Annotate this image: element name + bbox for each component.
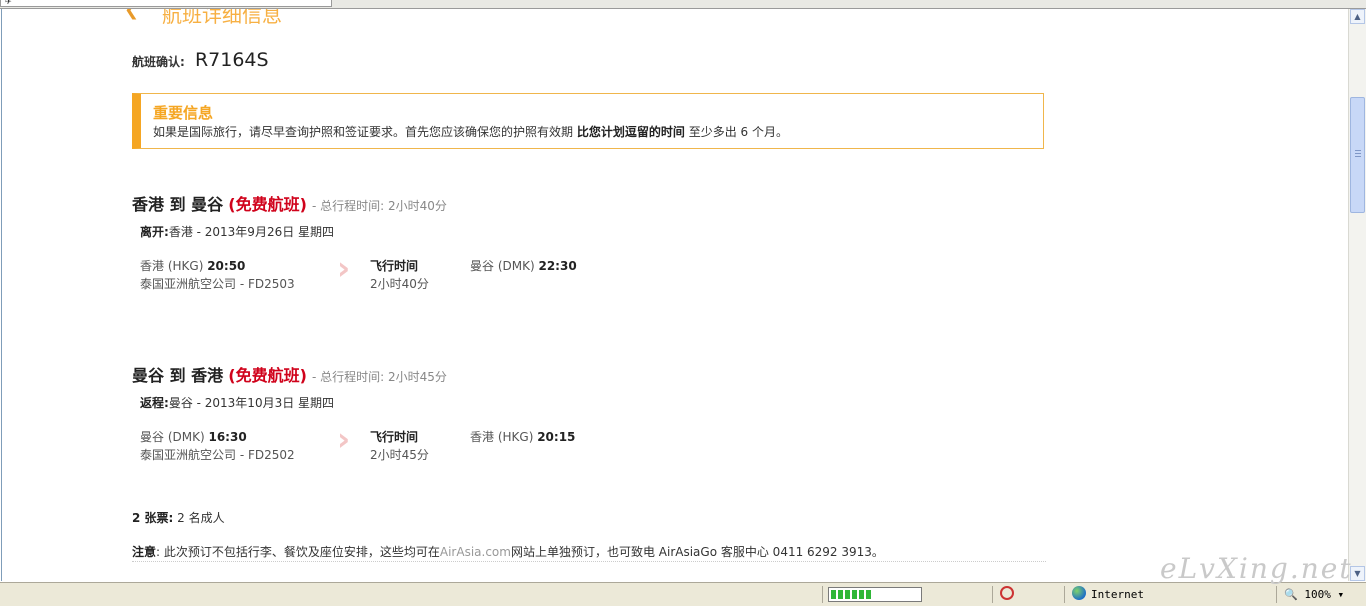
departure-time: 20:50 — [207, 259, 246, 273]
arrival-info: 香港 (HKG) 20:15 — [470, 428, 575, 445]
arrival-time: 20:15 — [537, 430, 576, 444]
free-flight-label: (免费航班) — [228, 195, 307, 214]
thumb-grip-icon — [1355, 150, 1361, 158]
airline-flight-number: 泰国亚洲航空公司 - FD2503 — [140, 277, 295, 291]
privacy-icon[interactable] — [1000, 586, 1014, 600]
note-text-before: : 此次预订不包括行李、餐饮及座位安排，这些均可在 — [156, 545, 440, 559]
note-label: 注意 — [132, 545, 157, 559]
date-label: 返程: — [140, 396, 169, 410]
date-value: 曼谷 - 2013年10月3日 星期四 — [168, 396, 335, 410]
important-notice: 重要信息 如果是国际旅行，请尽早查询护照和签证要求。首先您应该确保您的护照有效期… — [132, 93, 1044, 149]
flight-time-label: 飞行时间 — [370, 259, 419, 273]
departure-date: 离开:香港 - 2013年9月26日 星期四 — [140, 223, 334, 240]
notice-title: 重要信息 — [153, 104, 214, 122]
status-separator — [822, 586, 823, 603]
confirmation: 航班确认: R7164S — [132, 49, 269, 71]
flight-time: 飞行时间 2小时40分 — [370, 257, 429, 293]
flight-header: 曼谷 到 香港 (免费航班) - 总行程时间: 2小时45分 — [132, 362, 447, 386]
security-zone: Internet — [1091, 588, 1144, 601]
chevron-right-icon: › — [337, 249, 351, 287]
departure-info: 香港 (HKG) 20:50 泰国亚洲航空公司 - FD2503 — [140, 257, 295, 293]
zoom-value: 100% — [1304, 588, 1331, 601]
globe-icon — [1072, 586, 1086, 600]
return-date: 返程:曼谷 - 2013年10月3日 星期四 — [140, 394, 334, 411]
departure-time: 16:30 — [208, 430, 247, 444]
booking-note: 注意: 此次预订不包括行李、餐饮及座位安排，这些均可在AirAsia.com网站… — [132, 543, 884, 560]
status-separator — [992, 586, 993, 603]
zoom-level[interactable]: 🔍 100% ▾ — [1284, 588, 1344, 601]
browser-tab-strip: ✈ — [0, 0, 1366, 9]
departure-place: 曼谷 (DMK) — [140, 430, 205, 444]
notice-text-bold: 比您计划逗留的时间 — [576, 125, 685, 139]
status-bar: Internet 🔍 100% ▾ — [0, 582, 1366, 606]
notice-text-before: 如果是国际旅行，请尽早查询护照和签证要求。首先您应该确保您的护照有效期 — [153, 125, 574, 139]
departure-info: 曼谷 (DMK) 16:30 泰国亚洲航空公司 - FD2502 — [140, 428, 295, 464]
arrival-time: 22:30 — [538, 259, 577, 273]
status-separator — [1276, 586, 1277, 603]
chevron-right-icon: › — [337, 420, 351, 458]
back-arrow-icon: ❮ — [124, 9, 140, 20]
status-separator — [1064, 586, 1065, 603]
total-duration: - 总行程时间: 2小时40分 — [311, 199, 447, 213]
arrival-info: 曼谷 (DMK) 22:30 — [470, 257, 577, 274]
ticket-summary: 2 张票: 2 名成人 — [132, 509, 225, 526]
flight-route: 香港 到 曼谷 — [132, 195, 224, 214]
divider — [132, 561, 1046, 562]
ticket-detail: 2 名成人 — [177, 511, 225, 525]
departure-place: 香港 (HKG) — [140, 259, 204, 273]
flight-time-value: 2小时40分 — [370, 277, 429, 291]
airline-flight-number: 泰国亚洲航空公司 - FD2502 — [140, 448, 295, 462]
note-text-after: 网站上单独预订，也可致电 AirAsiaGo 客服中心 0411 6292 39… — [510, 545, 884, 559]
arrival-place: 香港 (HKG) — [470, 430, 534, 444]
browser-tab[interactable]: ✈ — [0, 0, 332, 7]
flight-time-label: 飞行时间 — [370, 430, 419, 444]
flight-time: 飞行时间 2小时45分 — [370, 428, 429, 464]
free-flight-label: (免费航班) — [228, 366, 307, 385]
watermark: eLvXing.net — [1160, 552, 1353, 585]
flight-header: 香港 到 曼谷 (免费航班) - 总行程时间: 2小时40分 — [132, 191, 447, 215]
scroll-up-button[interactable]: ▲ — [1350, 9, 1365, 24]
notice-text: 如果是国际旅行，请尽早查询护照和签证要求。首先您应该确保您的护照有效期 比您计划… — [153, 123, 788, 140]
confirmation-code: R7164S — [194, 49, 269, 71]
vertical-scrollbar[interactable]: ▲ ▼ — [1348, 9, 1366, 581]
progress-fill — [831, 590, 871, 599]
tab-favicon-icon: ✈ — [5, 0, 12, 6]
flight-time-value: 2小时45分 — [370, 448, 429, 462]
flight-route: 曼谷 到 香港 — [132, 366, 224, 385]
notice-text-after: 至少多出 6 个月。 — [688, 125, 788, 139]
date-label: 离开: — [140, 225, 169, 239]
page-load-progress — [828, 587, 922, 602]
arrival-place: 曼谷 (DMK) — [470, 259, 535, 273]
confirmation-label: 航班确认: — [132, 55, 185, 69]
total-duration: - 总行程时间: 2小时45分 — [311, 370, 447, 384]
scroll-thumb[interactable] — [1350, 97, 1365, 213]
page-viewport: ❮ 航班详细信息 航班确认: R7164S 重要信息 如果是国际旅行，请尽早查询… — [1, 9, 1348, 581]
airasia-link[interactable]: AirAsia.com — [440, 545, 511, 559]
section-title: 航班详细信息 — [162, 9, 282, 27]
ticket-count: 2 张票: — [132, 511, 174, 525]
date-value: 香港 - 2013年9月26日 星期四 — [168, 225, 335, 239]
